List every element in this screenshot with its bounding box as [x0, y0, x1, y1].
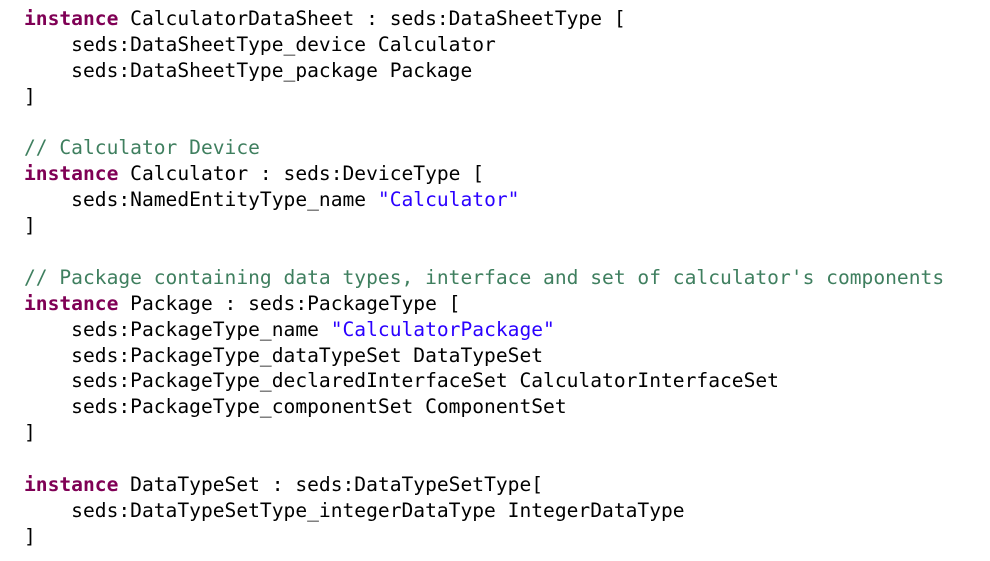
comment-token: // Package containing data types, interf… [24, 265, 945, 289]
code-line: instance DataTypeSet : seds:DataTypeSetT… [24, 472, 944, 498]
code-line: seds:PackageType_declaredInterfaceSet Ca… [24, 368, 944, 394]
code-line: ] [24, 420, 944, 446]
keyword-token: instance [24, 162, 119, 186]
code-token: seds:DataTypeSetType_integerDataType Int… [24, 498, 685, 522]
code-token: seds:PackageType_name [24, 317, 331, 341]
keyword-token: instance [24, 473, 119, 497]
code-token: Calculator : seds:DeviceType [ [118, 162, 485, 186]
code-token: seds:PackageType_declaredInterfaceSet Ca… [24, 369, 779, 393]
code-token: ] [24, 524, 36, 548]
editor-page: { "colors": { "background": "#ffffff", "… [0, 0, 990, 561]
code-token: ] [24, 421, 36, 445]
comment-token: // Calculator Device [24, 136, 260, 160]
code-token: ] [24, 84, 36, 108]
keyword-token: instance [24, 7, 119, 30]
code-line: seds:NamedEntityType_name "Calculator" [24, 187, 944, 213]
code-token: ] [24, 214, 36, 238]
code-line: instance Package : seds:PackageType [ [24, 291, 944, 317]
code-token: CalculatorDataSheet : seds:DataSheetType… [118, 7, 626, 30]
code-editor: instance CalculatorDataSheet : seds:Data… [24, 6, 944, 550]
code-line: instance Calculator : seds:DeviceType [ [24, 161, 944, 187]
code-token: seds:NamedEntityType_name [24, 188, 378, 212]
code-token: DataTypeSet : seds:DataTypeSetType[ [118, 473, 544, 497]
code-token: seds:DataSheetType_device Calculator [24, 32, 496, 56]
code-token: Package : seds:PackageType [ [118, 291, 461, 315]
string-literal-token: "Calculator" [377, 188, 520, 212]
keyword-token: instance [24, 291, 119, 315]
code-line: ] [24, 84, 944, 110]
code-token: seds:PackageType_componentSet ComponentS… [24, 395, 567, 419]
code-line: ] [24, 213, 944, 239]
code-token: seds:DataSheetType_package Package [24, 58, 473, 82]
code-line: // Calculator Device [24, 135, 944, 161]
code-line: seds:DataTypeSetType_integerDataType Int… [24, 498, 944, 524]
code-token: seds:PackageType_dataTypeSet DataTypeSet [24, 343, 544, 367]
string-literal-token: "CalculatorPackage" [330, 317, 555, 341]
code-line: // Package containing data types, interf… [24, 265, 944, 291]
code-line: seds:DataSheetType_package Package [24, 58, 944, 84]
code-line: seds:DataSheetType_device Calculator [24, 32, 944, 58]
code-line: ] [24, 524, 944, 550]
code-line: seds:PackageType_dataTypeSet DataTypeSet [24, 343, 944, 369]
code-line: seds:PackageType_name "CalculatorPackage… [24, 317, 944, 343]
code-line: instance CalculatorDataSheet : seds:Data… [24, 6, 944, 32]
code-line: seds:PackageType_componentSet ComponentS… [24, 394, 944, 420]
